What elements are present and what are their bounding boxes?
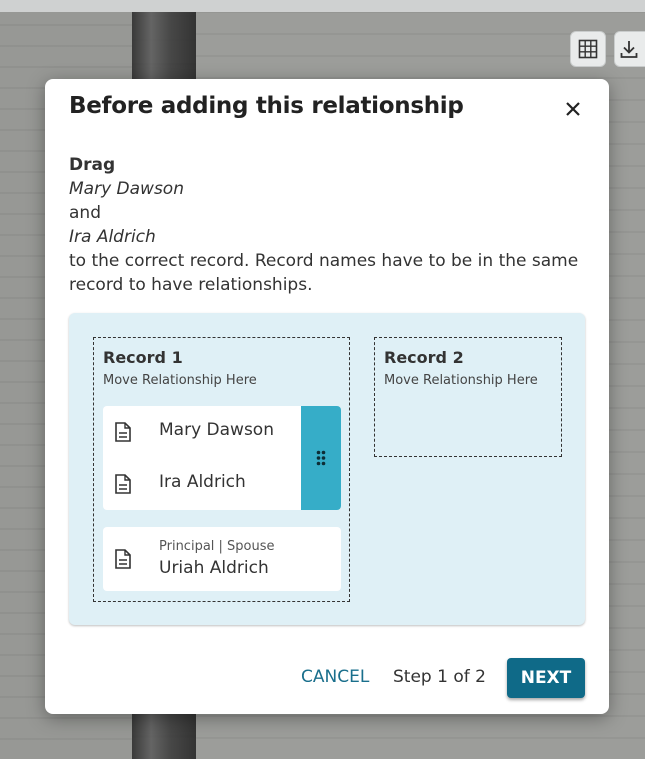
instruction-name-2: Ira Aldrich — [69, 227, 156, 247]
download-button[interactable] — [614, 31, 645, 67]
relationship-dialog: Before adding this relationship Drag Mar… — [45, 79, 609, 714]
record-1-dropzone[interactable]: Record 1 Move Relationship Here Mary Daw… — [93, 337, 350, 602]
grid-icon — [578, 39, 598, 59]
principal-card: Principal | Spouse Uriah Aldrich — [103, 527, 341, 591]
person-name: Mary Dawson — [159, 420, 274, 440]
next-button[interactable]: NEXT — [507, 658, 585, 698]
record-2-title: Record 2 — [384, 348, 464, 367]
grid-view-button[interactable] — [570, 31, 606, 67]
instruction-text-line-2: record to have relationships. — [69, 275, 313, 295]
person-name: Ira Aldrich — [159, 472, 246, 492]
instruction-text-line-1: to the correct record. Record names have… — [69, 251, 579, 271]
record-1-title: Record 1 — [103, 348, 183, 367]
person-row-ira-aldrich: Ira Aldrich — [103, 458, 299, 510]
document-icon — [115, 549, 131, 569]
records-panel: Record 1 Move Relationship Here Mary Daw… — [69, 313, 585, 625]
drag-handle[interactable] — [301, 406, 341, 510]
dialog-title: Before adding this relationship — [69, 93, 464, 119]
top-bar — [0, 0, 645, 12]
instruction-name-1: Mary Dawson — [69, 179, 184, 199]
record-1-subtitle: Move Relationship Here — [103, 373, 257, 388]
cancel-button[interactable]: CANCEL — [301, 667, 369, 687]
record-2-dropzone[interactable]: Record 2 Move Relationship Here — [374, 337, 562, 457]
document-icon — [115, 422, 131, 442]
instructions: Drag Mary Dawson and Ira Aldrich to the … — [69, 153, 589, 297]
instruction-verb: Drag — [69, 155, 116, 175]
close-button[interactable] — [557, 93, 589, 125]
download-icon — [620, 41, 638, 58]
instruction-conjunction: and — [69, 203, 101, 223]
drag-handle-icon — [316, 450, 326, 466]
relationship-group-card[interactable]: Mary Dawson Ira Aldrich — [103, 406, 341, 510]
step-indicator: Step 1 of 2 — [393, 667, 486, 687]
record-2-subtitle: Move Relationship Here — [384, 373, 538, 388]
person-row-mary-dawson: Mary Dawson — [103, 406, 299, 458]
close-icon — [566, 102, 580, 116]
person-role: Principal | Spouse — [159, 539, 275, 554]
document-icon — [115, 474, 131, 494]
person-name: Uriah Aldrich — [159, 558, 269, 578]
